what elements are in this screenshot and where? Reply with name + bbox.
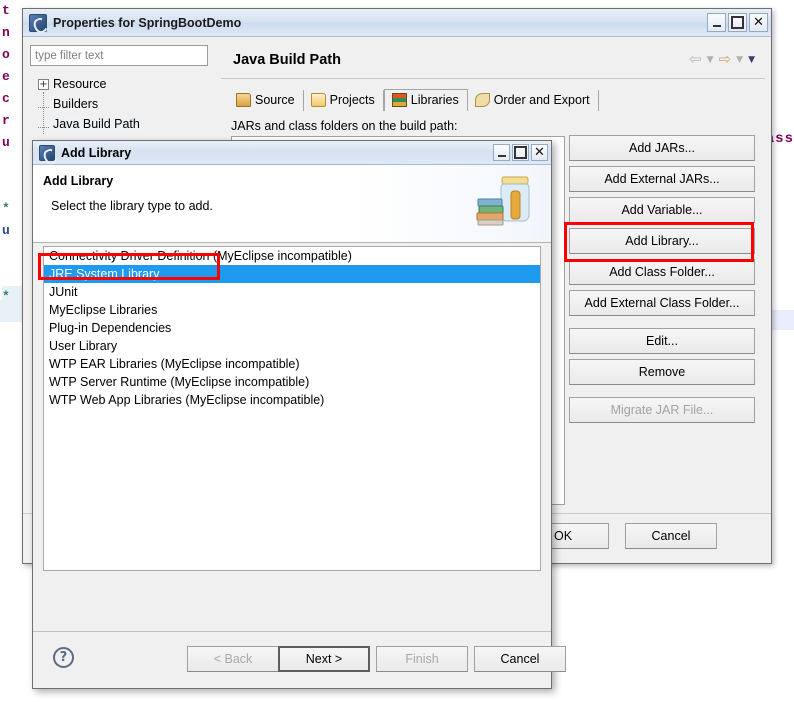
list-item-jre-system-library[interactable]: JRE System Library [44,265,540,283]
settings-tree: + Resource Builders Java Build Path [30,74,212,134]
list-item[interactable]: JUnit [44,283,540,301]
properties-dialog-title: Properties for SpringBootDemo [53,15,242,30]
help-icon[interactable]: ? [53,647,74,668]
build-path-actions: Add JARs... Add External JARs... Add Var… [569,135,759,428]
build-path-tabs: Source Projects Libraries Order and Expo… [229,85,765,111]
list-item[interactable]: Connectivity Driver Definition (MyEclips… [44,247,540,265]
tab-libraries[interactable]: Libraries [383,89,468,111]
add-library-banner: Add Library Select the library type to a… [33,165,551,243]
list-item[interactable]: Plug-in Dependencies [44,319,540,337]
add-library-titlebar[interactable]: Add Library ✕ [33,141,551,165]
cancel-button[interactable]: Cancel [625,523,717,549]
sidebar-item-java-build-path[interactable]: Java Build Path [30,114,212,134]
maximize-icon[interactable] [512,144,529,161]
properties-titlebar[interactable]: Properties for SpringBootDemo ✕ [23,9,771,37]
close-icon[interactable]: ✕ [749,13,768,32]
tab-source[interactable]: Source [229,90,304,111]
maximize-icon[interactable] [728,13,747,32]
list-item[interactable]: MyEclipse Libraries [44,301,540,319]
close-icon[interactable]: ✕ [531,144,548,161]
projects-folder-icon [310,93,326,107]
filter-input[interactable]: type filter text [30,45,208,66]
add-external-jars-button[interactable]: Add External JARs... [569,166,755,192]
tab-label: Projects [329,93,375,107]
tree-branch-icon [38,117,49,128]
tree-branch-icon [38,97,49,108]
add-library-dialog: Add Library ✕ Add Library Select the lib… [32,140,566,689]
add-jars-button[interactable]: Add JARs... [569,135,755,161]
wizard-cancel-button[interactable]: Cancel [474,646,566,672]
migrate-jar-file-button: Migrate JAR File... [569,397,755,423]
forward-arrow-icon[interactable]: ⇨ [719,52,732,67]
back-arrow-icon[interactable]: ⇦ [689,52,702,67]
view-menu-chevron-down-icon[interactable]: ▼ [748,55,755,65]
tab-label: Order and Export [493,93,590,107]
add-library-dialog-title: Add Library [61,145,132,160]
sidebar-item-builders[interactable]: Builders [30,94,212,114]
eclipse-icon [29,13,47,32]
next-button[interactable]: Next > [278,646,370,672]
eclipse-icon [39,144,55,161]
tab-projects[interactable]: Projects [304,90,384,111]
source-folder-icon [236,93,251,107]
content-header: Java Build Path ⇦ ▼ ⇨ ▼ ▼ [221,41,765,79]
add-library-button[interactable]: Add Library... [569,228,755,254]
minimize-icon[interactable] [493,144,510,161]
library-type-list[interactable]: Connectivity Driver Definition (MyEclips… [43,246,541,571]
list-item[interactable]: WTP Server Runtime (MyEclipse incompatib… [44,373,540,391]
edit-button[interactable]: Edit... [569,328,755,354]
list-item[interactable]: WTP EAR Libraries (MyEclipse incompatibl… [44,355,540,373]
navigation-controls: ⇦ ▼ ⇨ ▼ ▼ [689,52,761,67]
sidebar-item-resource[interactable]: + Resource [30,74,212,94]
order-export-icon [474,93,490,107]
minimize-icon[interactable] [707,13,726,32]
add-variable-button[interactable]: Add Variable... [569,197,755,223]
back-menu-chevron-down-icon[interactable]: ▼ [707,55,714,65]
libraries-books-icon [391,93,407,107]
tab-order-and-export[interactable]: Order and Export [468,90,599,111]
sidebar-item-label: Resource [53,77,107,91]
tab-label: Source [255,93,295,107]
finish-button: Finish [376,646,468,672]
remove-button[interactable]: Remove [569,359,755,385]
jar-with-books-icon [476,176,530,226]
add-class-folder-button[interactable]: Add Class Folder... [569,259,755,285]
add-external-class-folder-button[interactable]: Add External Class Folder... [569,290,755,316]
sidebar-item-label: Builders [53,97,99,111]
tab-label: Libraries [410,93,459,107]
sidebar-item-label: Java Build Path [53,117,140,131]
jars-description-label: JARs and class folders on the build path… [231,119,458,133]
forward-menu-chevron-down-icon[interactable]: ▼ [736,55,743,65]
back-button: < Back [187,646,279,672]
list-item[interactable]: WTP Web App Libraries (MyEclipse incompa… [44,391,540,409]
wizard-footer: ? < Back Next > Finish Cancel [33,631,566,688]
list-item[interactable]: User Library [44,337,540,355]
expand-icon[interactable]: + [38,78,49,90]
page-title: Java Build Path [233,51,341,68]
